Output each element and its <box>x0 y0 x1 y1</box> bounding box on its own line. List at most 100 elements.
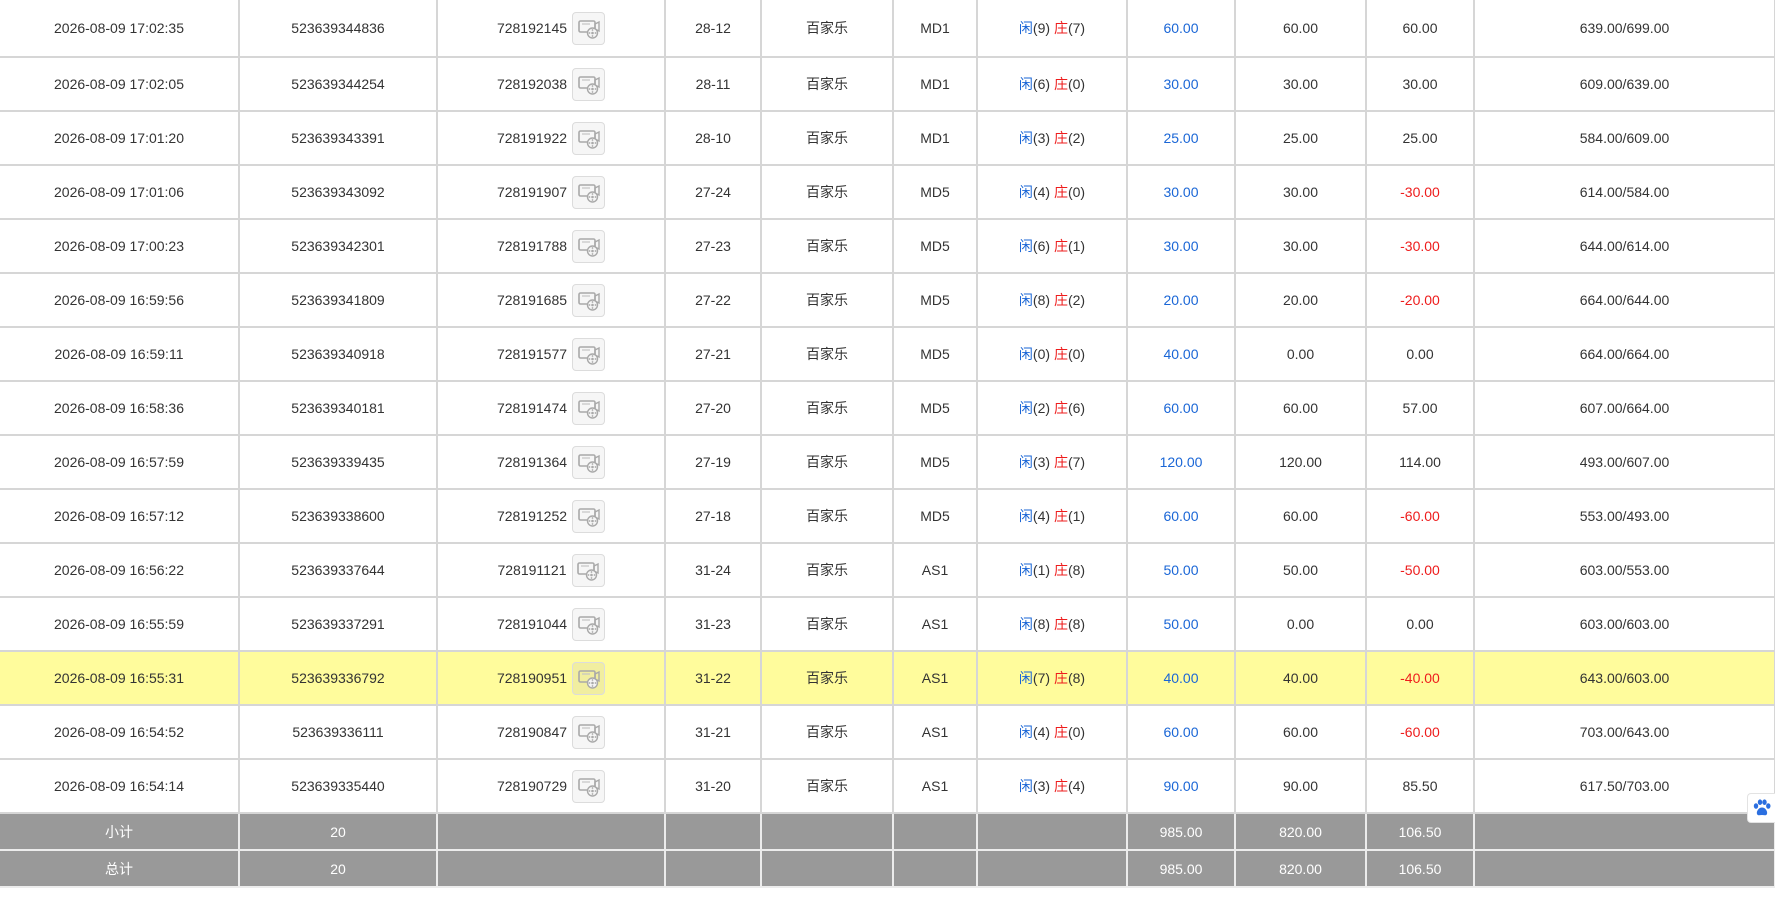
round-wrap: 728192145 <box>496 11 606 45</box>
order-number: 523639338600 <box>239 489 438 544</box>
paw-icon[interactable] <box>1747 793 1775 823</box>
round-id: 728191252 <box>496 508 568 524</box>
round-id: 728192145 <box>496 20 568 36</box>
win-loss: -30.00 <box>1366 165 1475 220</box>
round-wrap: 728191364 <box>497 445 606 479</box>
game-type: 百家乐 <box>761 543 894 598</box>
round-wrap: 728191788 <box>497 229 606 263</box>
subtotal-empty <box>893 813 978 851</box>
shoe-number: 27-19 <box>665 435 762 490</box>
table-row: 2026-08-09 16:55:59 523639337291 7281910… <box>0 597 1775 652</box>
table-code: MD5 <box>893 489 978 544</box>
player-label: 闲 <box>1018 562 1033 578</box>
player-label: 闲 <box>1018 616 1033 632</box>
balance: 607.00/664.00 <box>1474 381 1775 436</box>
player-value: (8) <box>1032 616 1051 632</box>
bet-history-table: 2026-08-09 17:02:35 523639344836 7281921… <box>0 0 1775 888</box>
subtotal-empty <box>761 813 894 851</box>
win-loss: 57.00 <box>1366 381 1475 436</box>
video-replay-icon[interactable] <box>571 553 605 587</box>
video-replay-icon[interactable] <box>572 121 606 155</box>
video-replay-icon[interactable] <box>572 607 606 641</box>
total-empty <box>977 850 1128 888</box>
banker-label: 庄 <box>1053 184 1068 200</box>
bet-time: 2026-08-09 16:57:59 <box>0 435 240 490</box>
banker-value: (8) <box>1067 670 1086 686</box>
bet-amount: 30.00 <box>1127 165 1236 220</box>
banker-label: 庄 <box>1053 238 1068 254</box>
bet-time: 2026-08-09 16:54:14 <box>0 759 240 814</box>
banker-value: (0) <box>1067 184 1086 200</box>
round-wrap: 728190847 <box>496 715 606 749</box>
video-replay-icon[interactable] <box>572 67 606 101</box>
round-id: 728190847 <box>496 724 568 740</box>
subtotal-valid: 820.00 <box>1235 813 1367 851</box>
player-label: 闲 <box>1018 292 1033 308</box>
video-replay-icon[interactable] <box>572 445 606 479</box>
total-empty <box>1474 850 1775 888</box>
bet-rows: 2026-08-09 17:02:35 523639344836 7281921… <box>0 0 1775 814</box>
video-replay-icon[interactable] <box>572 337 606 371</box>
total-bet: 985.00 <box>1127 850 1236 888</box>
video-replay-icon[interactable] <box>572 499 606 533</box>
order-number: 523639344836 <box>239 0 438 58</box>
bet-time: 2026-08-09 17:02:05 <box>0 57 240 112</box>
result-cell: 闲(4) 庄(0) <box>977 705 1128 760</box>
video-replay-icon[interactable] <box>572 283 606 317</box>
video-replay-icon[interactable] <box>572 715 606 749</box>
banker-value: (7) <box>1067 20 1086 36</box>
win-loss: 30.00 <box>1366 57 1475 112</box>
player-value: (2) <box>1032 400 1051 416</box>
result-cell: 闲(2) 庄(6) <box>977 381 1128 436</box>
banker-label: 庄 <box>1053 778 1068 794</box>
balance: 664.00/644.00 <box>1474 273 1775 328</box>
result-cell: 闲(8) 庄(8) <box>977 597 1128 652</box>
round-cell: 728191922 <box>437 111 666 166</box>
video-replay-icon[interactable] <box>572 661 606 695</box>
player-label: 闲 <box>1018 20 1033 36</box>
player-label: 闲 <box>1018 724 1033 740</box>
result-cell: 闲(7) 庄(8) <box>977 651 1128 706</box>
game-type: 百家乐 <box>761 651 894 706</box>
video-replay-icon[interactable] <box>572 229 606 263</box>
round-cell: 728191788 <box>437 219 666 274</box>
shoe-number: 28-10 <box>665 111 762 166</box>
total-win: 106.50 <box>1366 850 1475 888</box>
bet-time: 2026-08-09 16:55:31 <box>0 651 240 706</box>
subtotal-row: 小计 20 985.00 820.00 106.50 <box>0 813 1775 851</box>
game-type: 百家乐 <box>761 0 894 58</box>
banker-value: (2) <box>1067 130 1086 146</box>
video-replay-icon[interactable] <box>572 11 606 45</box>
video-replay-icon[interactable] <box>572 175 606 209</box>
banker-value: (0) <box>1067 76 1086 92</box>
bet-time: 2026-08-09 16:59:56 <box>0 273 240 328</box>
table-row: 2026-08-09 16:59:56 523639341809 7281916… <box>0 273 1775 328</box>
player-label: 闲 <box>1018 778 1033 794</box>
shoe-number: 27-23 <box>665 219 762 274</box>
round-cell: 728191252 <box>437 489 666 544</box>
valid-bet: 60.00 <box>1235 0 1367 58</box>
balance: 609.00/639.00 <box>1474 57 1775 112</box>
banker-label: 庄 <box>1053 724 1068 740</box>
total-empty <box>437 850 666 888</box>
game-type: 百家乐 <box>761 489 894 544</box>
table-code: MD5 <box>893 435 978 490</box>
shoe-number: 27-21 <box>665 327 762 382</box>
table-code: MD1 <box>893 57 978 112</box>
banker-label: 庄 <box>1053 508 1068 524</box>
valid-bet: 30.00 <box>1235 219 1367 274</box>
video-replay-icon[interactable] <box>572 391 606 425</box>
table-row: 2026-08-09 16:55:31 523639336792 7281909… <box>0 651 1775 706</box>
video-replay-icon[interactable] <box>572 769 606 803</box>
player-value: (9) <box>1032 20 1051 36</box>
game-type: 百家乐 <box>761 273 894 328</box>
round-id: 728191922 <box>496 130 568 146</box>
table-code: AS1 <box>893 597 978 652</box>
round-cell: 728191685 <box>437 273 666 328</box>
bet-time: 2026-08-09 17:02:35 <box>0 0 240 58</box>
table-row: 2026-08-09 17:00:23 523639342301 7281917… <box>0 219 1775 274</box>
game-type: 百家乐 <box>761 327 894 382</box>
bet-amount: 25.00 <box>1127 111 1236 166</box>
win-loss: 0.00 <box>1366 327 1475 382</box>
balance: 617.50/703.00 <box>1474 759 1775 814</box>
